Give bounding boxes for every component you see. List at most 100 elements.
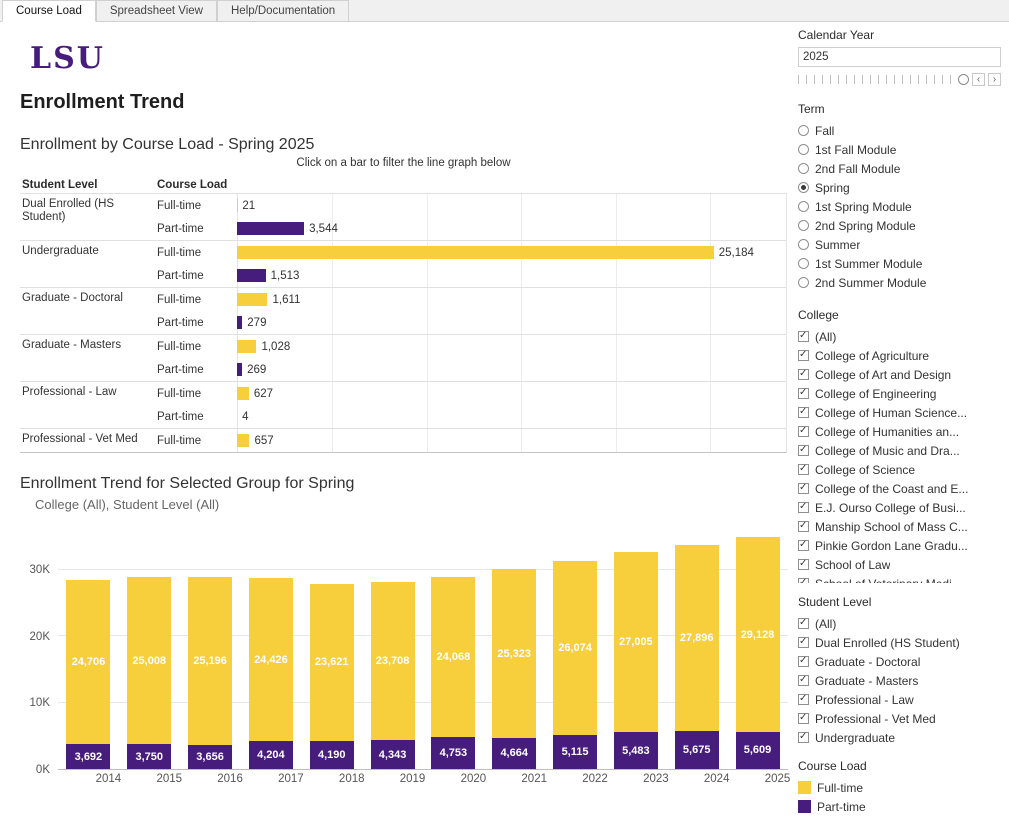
- segment-part-time-2015[interactable]: 3,750: [127, 744, 171, 769]
- segment-full-time-2022[interactable]: 26,074: [553, 561, 597, 735]
- tab-course-load[interactable]: Course Load: [2, 0, 96, 22]
- term-option-2nd-spring-module[interactable]: 2nd Spring Module: [798, 216, 1001, 235]
- stacked-bar-2023[interactable]: 27,0055,483: [614, 552, 658, 769]
- bar-professional-law-full-time[interactable]: [237, 387, 249, 400]
- course-load-label: Part-time: [155, 217, 237, 240]
- bar-graduate-doctoral-part-time[interactable]: [237, 316, 242, 329]
- term-option-summer[interactable]: Summer: [798, 235, 1001, 254]
- bar-dual-enrolled-hs-student-part-time[interactable]: [237, 222, 304, 235]
- stacked-bar-2019[interactable]: 23,7084,343: [371, 582, 415, 769]
- bar-graduate-masters-full-time[interactable]: [237, 340, 256, 353]
- stacked-bar-2025[interactable]: 29,1285,609: [736, 537, 780, 769]
- student-level-option-graduate-doctoral[interactable]: Graduate - Doctoral: [798, 652, 1001, 671]
- term-option-1st-spring-module[interactable]: 1st Spring Module: [798, 197, 1001, 216]
- college-option-e-j-ourso-college-of-busi[interactable]: E.J. Ourso College of Busi...: [798, 498, 1001, 517]
- college-option-college-of-science[interactable]: College of Science: [798, 460, 1001, 479]
- student-level-option-all[interactable]: (All): [798, 614, 1001, 633]
- student-level-option-graduate-masters[interactable]: Graduate - Masters: [798, 671, 1001, 690]
- radio-label: Fall: [815, 124, 834, 138]
- segment-part-time-2025[interactable]: 5,609: [736, 732, 780, 769]
- college-option-college-of-music-and-dra[interactable]: College of Music and Dra...: [798, 441, 1001, 460]
- checkbox-label: Graduate - Masters: [815, 674, 918, 688]
- college-option-college-of-agriculture[interactable]: College of Agriculture: [798, 346, 1001, 365]
- college-option-college-of-human-science[interactable]: College of Human Science...: [798, 403, 1001, 422]
- segment-value-label: 5,609: [736, 732, 780, 769]
- y-axis-tick: 30K: [30, 564, 50, 576]
- college-option-college-of-art-and-design[interactable]: College of Art and Design: [798, 365, 1001, 384]
- segment-part-time-2014[interactable]: 3,692: [66, 744, 110, 769]
- segment-full-time-2019[interactable]: 23,708: [371, 582, 415, 740]
- college-option-college-of-humanities-an[interactable]: College of Humanities an...: [798, 422, 1001, 441]
- term-option-fall[interactable]: Fall: [798, 121, 1001, 140]
- segment-full-time-2025[interactable]: 29,128: [736, 537, 780, 731]
- bar-plot-cell: 269: [237, 358, 786, 381]
- college-option-manship-school-of-mass-c[interactable]: Manship School of Mass C...: [798, 517, 1001, 536]
- bar-value-label: 25,184: [719, 247, 754, 259]
- college-option-all[interactable]: (All): [798, 327, 1001, 346]
- college-option-school-of-veterinary-medi[interactable]: School of Veterinary Medi...: [798, 574, 1001, 583]
- term-option-spring[interactable]: Spring: [798, 178, 1001, 197]
- segment-full-time-2018[interactable]: 23,621: [310, 584, 354, 741]
- stacked-bar-2018[interactable]: 23,6214,190: [310, 584, 354, 769]
- x-axis-year-label: 2014: [78, 773, 139, 785]
- tab-spreadsheet-view[interactable]: Spreadsheet View: [96, 0, 217, 21]
- segment-part-time-2023[interactable]: 5,483: [614, 732, 658, 769]
- term-option-2nd-summer-module[interactable]: 2nd Summer Module: [798, 273, 1001, 292]
- segment-full-time-2015[interactable]: 25,008: [127, 577, 171, 744]
- segment-full-time-2017[interactable]: 24,426: [249, 578, 293, 741]
- student-level-option-undergraduate[interactable]: Undergraduate: [798, 728, 1001, 747]
- stacked-bar-2014[interactable]: 24,7063,692: [66, 580, 110, 769]
- slider-handle-icon[interactable]: [958, 74, 969, 85]
- slider-right-button[interactable]: ›: [988, 73, 1001, 86]
- stacked-bar-2017[interactable]: 24,4264,204: [249, 578, 293, 769]
- legend-swatch: [798, 781, 811, 794]
- segment-part-time-2019[interactable]: 4,343: [371, 740, 415, 769]
- stacked-bar-2020[interactable]: 24,0684,753: [431, 577, 475, 769]
- term-option-2nd-fall-module[interactable]: 2nd Fall Module: [798, 159, 1001, 178]
- segment-part-time-2016[interactable]: 3,656: [188, 745, 232, 769]
- student-level-option-dual-enrolled-hs-student[interactable]: Dual Enrolled (HS Student): [798, 633, 1001, 652]
- bar-graduate-masters-part-time[interactable]: [237, 363, 242, 376]
- segment-part-time-2017[interactable]: 4,204: [249, 741, 293, 769]
- term-option-1st-fall-module[interactable]: 1st Fall Module: [798, 140, 1001, 159]
- stacked-bar-2015[interactable]: 25,0083,750: [127, 577, 171, 769]
- slider-track[interactable]: [798, 75, 955, 84]
- segment-part-time-2020[interactable]: 4,753: [431, 737, 475, 769]
- segment-full-time-2020[interactable]: 24,068: [431, 577, 475, 737]
- segment-value-label: 27,005: [614, 552, 658, 732]
- segment-part-time-2018[interactable]: 4,190: [310, 741, 354, 769]
- segment-part-time-2022[interactable]: 5,115: [553, 735, 597, 769]
- segment-value-label: 29,128: [736, 537, 780, 731]
- bar-row: Part-time279: [155, 311, 786, 334]
- segment-full-time-2016[interactable]: 25,196: [188, 577, 232, 745]
- legend-item-full-time[interactable]: Full-time: [798, 778, 1001, 797]
- college-option-school-of-law[interactable]: School of Law: [798, 555, 1001, 574]
- bar-undergraduate-full-time[interactable]: [237, 246, 714, 259]
- college-option-college-of-engineering[interactable]: College of Engineering: [798, 384, 1001, 403]
- bar-professional-vet-med-full-time[interactable]: [237, 434, 249, 447]
- segment-full-time-2021[interactable]: 25,323: [492, 569, 536, 738]
- college-option-college-of-the-coast-and-e[interactable]: College of the Coast and E...: [798, 479, 1001, 498]
- tab-help-documentation[interactable]: Help/Documentation: [217, 0, 349, 21]
- calendar-year-input[interactable]: [798, 47, 1001, 67]
- legend-item-part-time[interactable]: Part-time: [798, 797, 1001, 816]
- segment-full-time-2014[interactable]: 24,706: [66, 580, 110, 745]
- slider-left-button[interactable]: ‹: [972, 73, 985, 86]
- segment-part-time-2024[interactable]: 5,675: [675, 731, 719, 769]
- segment-full-time-2024[interactable]: 27,896: [675, 545, 719, 731]
- segment-part-time-2021[interactable]: 4,664: [492, 738, 536, 769]
- segment-full-time-2023[interactable]: 27,005: [614, 552, 658, 732]
- stacked-bar-2022[interactable]: 26,0745,115: [553, 561, 597, 769]
- bar-plot-cell: 1,513: [237, 264, 786, 287]
- stacked-bar-2016[interactable]: 25,1963,656: [188, 577, 232, 769]
- college-option-pinkie-gordon-lane-gradu[interactable]: Pinkie Gordon Lane Gradu...: [798, 536, 1001, 555]
- bar-undergraduate-part-time[interactable]: [237, 269, 266, 282]
- student-level-option-professional-law[interactable]: Professional - Law: [798, 690, 1001, 709]
- x-axis-year-label: 2017: [260, 773, 321, 785]
- radio-label: 1st Spring Module: [815, 200, 912, 214]
- bar-graduate-doctoral-full-time[interactable]: [237, 293, 267, 306]
- stacked-bar-2021[interactable]: 25,3234,664: [492, 569, 536, 769]
- student-level-option-professional-vet-med[interactable]: Professional - Vet Med: [798, 709, 1001, 728]
- term-option-1st-summer-module[interactable]: 1st Summer Module: [798, 254, 1001, 273]
- stacked-bar-2024[interactable]: 27,8965,675: [675, 545, 719, 769]
